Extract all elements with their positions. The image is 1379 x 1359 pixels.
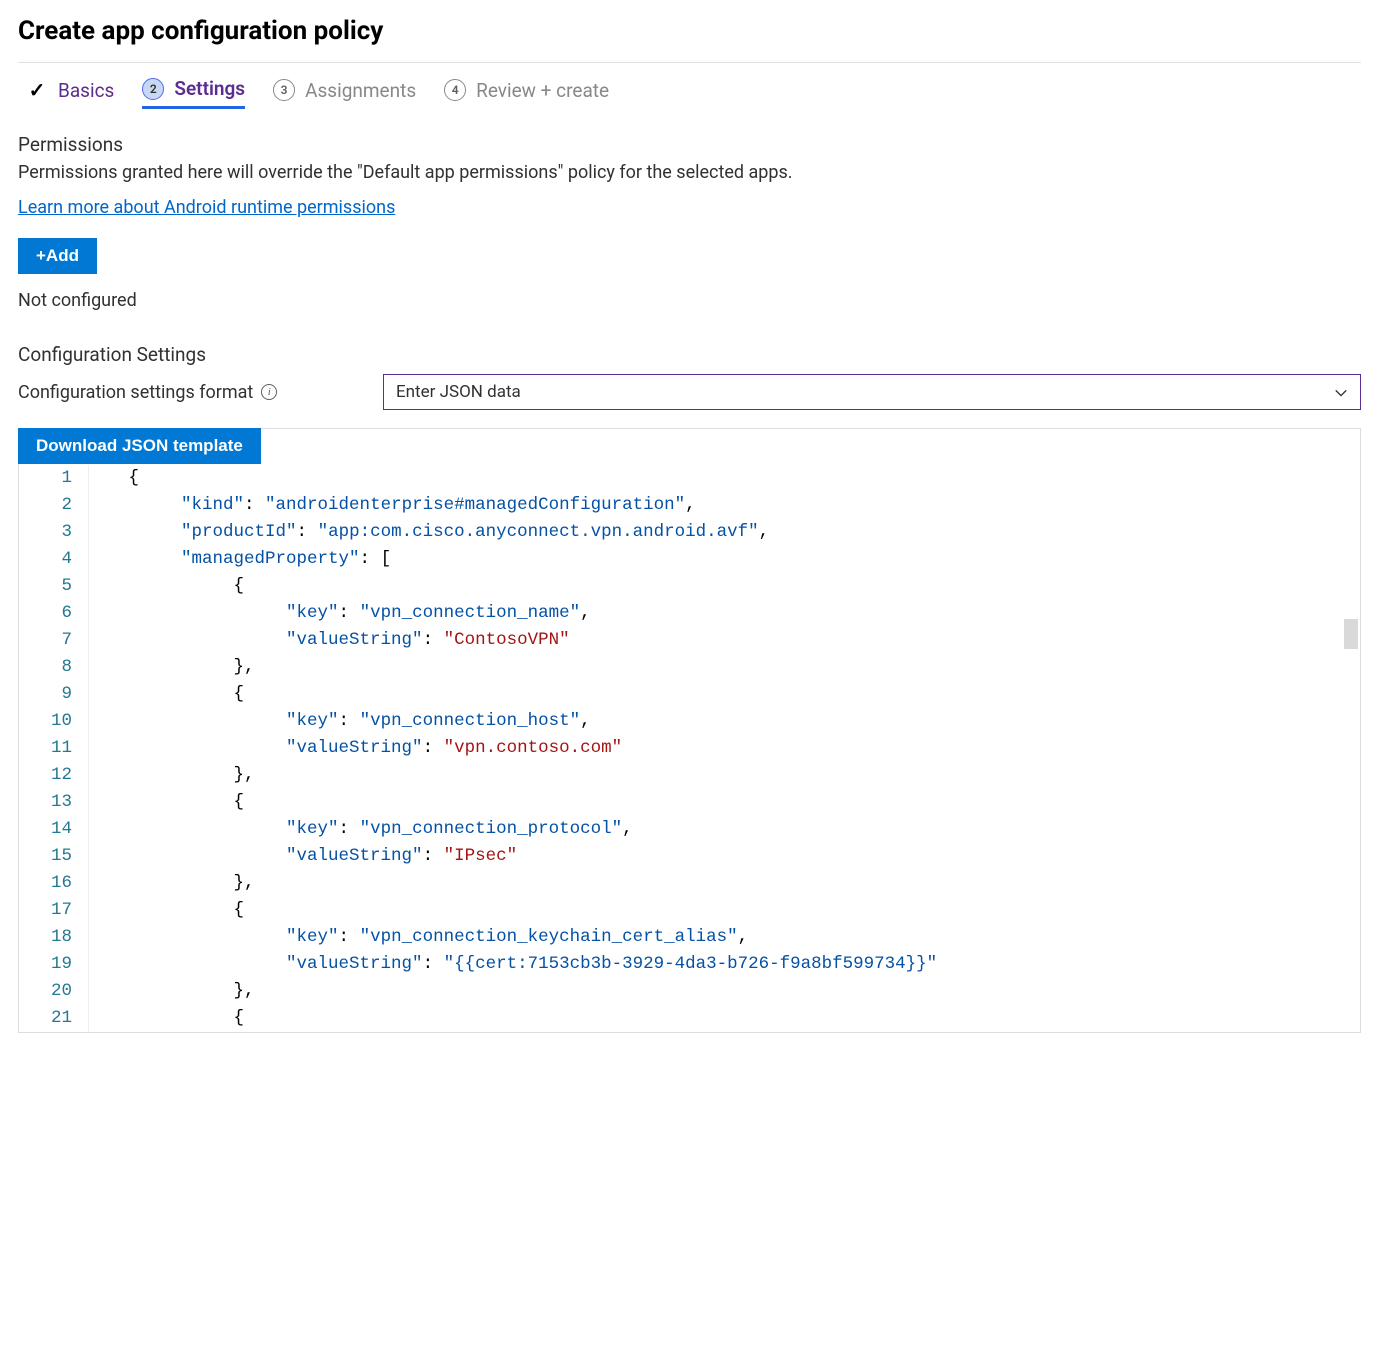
json-editor: Download JSON template 12345678910111213… bbox=[18, 428, 1361, 1033]
editor-code-area[interactable]: { "kind": "androidenterprise#managedConf… bbox=[89, 465, 1360, 1032]
step-number-badge: 4 bbox=[444, 79, 466, 101]
add-permission-button[interactable]: +Add bbox=[18, 238, 97, 274]
info-icon[interactable]: i bbox=[261, 384, 277, 400]
step-number-badge: 2 bbox=[142, 78, 164, 100]
wizard-stepper: ✓ Basics 2 Settings 3 Assignments 4 Revi… bbox=[26, 77, 1361, 109]
checkmark-icon: ✓ bbox=[26, 78, 48, 102]
config-format-label: Configuration settings format bbox=[18, 382, 253, 403]
config-format-row: Configuration settings format i Enter JS… bbox=[18, 374, 1361, 410]
dropdown-value: Enter JSON data bbox=[396, 382, 521, 402]
step-label: Basics bbox=[58, 79, 114, 102]
step-number-badge: 3 bbox=[273, 79, 295, 101]
learn-more-link[interactable]: Learn more about Android runtime permiss… bbox=[18, 197, 395, 218]
step-review-create[interactable]: 4 Review + create bbox=[444, 79, 609, 108]
step-basics[interactable]: ✓ Basics bbox=[26, 78, 114, 108]
scrollbar-thumb[interactable] bbox=[1344, 619, 1358, 649]
step-assignments[interactable]: 3 Assignments bbox=[273, 79, 416, 108]
step-label: Settings bbox=[174, 77, 245, 100]
config-settings-heading: Configuration Settings bbox=[18, 343, 1361, 366]
page-title: Create app configuration policy bbox=[18, 16, 1361, 46]
download-json-template-button[interactable]: Download JSON template bbox=[18, 428, 261, 464]
permissions-status: Not configured bbox=[18, 290, 1361, 311]
step-label: Review + create bbox=[476, 79, 609, 102]
permissions-description: Permissions granted here will override t… bbox=[18, 162, 1361, 183]
divider bbox=[18, 62, 1361, 63]
chevron-down-icon bbox=[1334, 385, 1348, 399]
config-format-dropdown[interactable]: Enter JSON data bbox=[383, 374, 1361, 410]
step-label: Assignments bbox=[305, 79, 416, 102]
editor-line-gutter: 123456789101112131415161718192021 bbox=[19, 465, 89, 1032]
permissions-heading: Permissions bbox=[18, 133, 1361, 156]
step-settings[interactable]: 2 Settings bbox=[142, 77, 245, 109]
